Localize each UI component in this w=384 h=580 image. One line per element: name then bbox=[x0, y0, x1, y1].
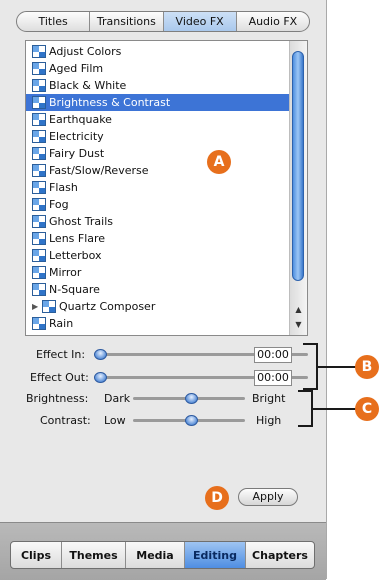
callout-c-bracket bbox=[298, 390, 313, 427]
effect-icon bbox=[32, 113, 46, 126]
effect-label: Adjust Colors bbox=[49, 45, 122, 58]
contrast-min-label: Low bbox=[104, 414, 126, 427]
effect-icon bbox=[32, 96, 46, 109]
tab-video-fx[interactable]: Video FX bbox=[162, 12, 236, 31]
apply-button[interactable]: Apply bbox=[238, 488, 298, 506]
effect-in-slider-knob[interactable] bbox=[94, 349, 107, 360]
tab-titles[interactable]: Titles bbox=[17, 12, 89, 31]
effect-icon bbox=[32, 130, 46, 143]
scroll-up-arrow-icon[interactable]: ▲ bbox=[290, 305, 307, 317]
tab-themes[interactable]: Themes bbox=[61, 542, 125, 568]
effect-label: Flash bbox=[49, 181, 78, 194]
effect-icon bbox=[32, 249, 46, 262]
effect-label: Mirror bbox=[49, 266, 82, 279]
effect-type-tabs: Titles Transitions Video FX Audio FX bbox=[16, 11, 310, 32]
effect-icon bbox=[32, 181, 46, 194]
list-item[interactable]: Rain bbox=[26, 315, 291, 332]
effect-label: Aged Film bbox=[49, 62, 104, 75]
effect-label: Electricity bbox=[49, 130, 104, 143]
tab-chapters[interactable]: Chapters bbox=[245, 542, 314, 568]
effect-label: N-Square bbox=[49, 283, 100, 296]
effect-label: Rain bbox=[49, 317, 74, 330]
effect-icon bbox=[32, 164, 46, 177]
effect-icon bbox=[32, 45, 46, 58]
callout-c-line bbox=[313, 408, 356, 410]
effect-icon bbox=[32, 198, 46, 211]
effect-label: Brightness & Contrast bbox=[49, 96, 171, 109]
brightness-min-label: Dark bbox=[104, 392, 131, 405]
effect-label: Ghost Trails bbox=[49, 215, 113, 228]
list-item[interactable]: Fog bbox=[26, 196, 291, 213]
effects-list[interactable]: Adjust Colors Aged Film Black & White Brigh… bbox=[25, 40, 308, 336]
list-item[interactable]: ▶ Quartz Composer bbox=[26, 298, 291, 315]
effect-label: Black & White bbox=[49, 79, 127, 92]
callout-b-badge: B bbox=[355, 355, 379, 379]
effect-icon bbox=[32, 232, 46, 245]
list-item[interactable]: Aged Film bbox=[26, 60, 291, 77]
list-item[interactable]: Ghost Trails bbox=[26, 213, 291, 230]
list-item[interactable]: Black & White bbox=[26, 77, 291, 94]
effect-icon bbox=[32, 317, 46, 330]
list-item[interactable]: Adjust Colors bbox=[26, 43, 291, 60]
list-item[interactable]: Fairy Dust bbox=[26, 145, 291, 162]
effect-label: Lens Flare bbox=[49, 232, 106, 245]
pane-tabs: Clips Themes Media Editing Chapters bbox=[10, 541, 315, 569]
list-item[interactable]: Mirror bbox=[26, 264, 291, 281]
list-item[interactable]: N-Square bbox=[26, 281, 291, 298]
effect-icon bbox=[32, 79, 46, 92]
callout-b-line bbox=[318, 366, 356, 368]
effect-label: Fairy Dust bbox=[49, 147, 105, 160]
effect-icon bbox=[32, 147, 46, 160]
list-item[interactable]: Lens Flare bbox=[26, 230, 291, 247]
list-item[interactable]: Fast/Slow/Reverse bbox=[26, 162, 291, 179]
effect-out-slider-knob[interactable] bbox=[94, 372, 107, 383]
tab-clips[interactable]: Clips bbox=[11, 542, 61, 568]
list-item[interactable]: Earthquake bbox=[26, 111, 291, 128]
bottom-toolbar: Clips Themes Media Editing Chapters bbox=[0, 522, 326, 580]
effect-label: Letterbox bbox=[49, 249, 102, 262]
effect-icon bbox=[32, 62, 46, 75]
effect-in-field[interactable]: 00:00 bbox=[254, 347, 292, 363]
brightness-max-label: Bright bbox=[252, 392, 286, 405]
effect-label: Fog bbox=[49, 198, 69, 211]
effect-out-label: Effect Out: bbox=[30, 371, 89, 384]
tab-media[interactable]: Media bbox=[125, 542, 184, 568]
disclosure-triangle-icon[interactable]: ▶ bbox=[32, 302, 42, 311]
effect-out-field[interactable]: 00:00 bbox=[254, 370, 292, 386]
contrast-label: Contrast: bbox=[40, 414, 91, 427]
vertical-scrollbar[interactable]: ▲ ▼ bbox=[289, 41, 307, 335]
brightness-slider-knob[interactable] bbox=[185, 393, 198, 404]
brightness-label: Brightness: bbox=[26, 392, 89, 405]
contrast-slider-knob[interactable] bbox=[185, 415, 198, 426]
list-item[interactable]: Electricity bbox=[26, 128, 291, 145]
tab-transitions[interactable]: Transitions bbox=[89, 12, 162, 31]
callout-c-badge: C bbox=[355, 397, 379, 421]
scroll-thumb[interactable] bbox=[292, 51, 304, 281]
effect-label: Earthquake bbox=[49, 113, 112, 126]
scroll-down-arrow-icon[interactable]: ▼ bbox=[290, 320, 307, 332]
effect-icon bbox=[32, 283, 46, 296]
tab-audio-fx[interactable]: Audio FX bbox=[235, 12, 309, 31]
callout-a-badge: A bbox=[207, 150, 231, 174]
callout-d-badge: D bbox=[205, 486, 229, 510]
tab-editing[interactable]: Editing bbox=[184, 542, 245, 568]
effect-icon bbox=[42, 300, 56, 313]
effect-in-label: Effect In: bbox=[36, 348, 86, 361]
effect-label: Fast/Slow/Reverse bbox=[49, 164, 149, 177]
effect-label: Quartz Composer bbox=[59, 300, 156, 313]
callout-b-bracket bbox=[303, 343, 318, 390]
list-item[interactable]: Letterbox bbox=[26, 247, 291, 264]
effects-panel: Titles Transitions Video FX Audio FX Adj… bbox=[0, 0, 327, 580]
effect-icon bbox=[32, 266, 46, 279]
effect-icon bbox=[32, 215, 46, 228]
list-item[interactable]: Flash bbox=[26, 179, 291, 196]
list-item[interactable]: Brightness & Contrast bbox=[26, 94, 291, 111]
contrast-max-label: High bbox=[256, 414, 282, 427]
